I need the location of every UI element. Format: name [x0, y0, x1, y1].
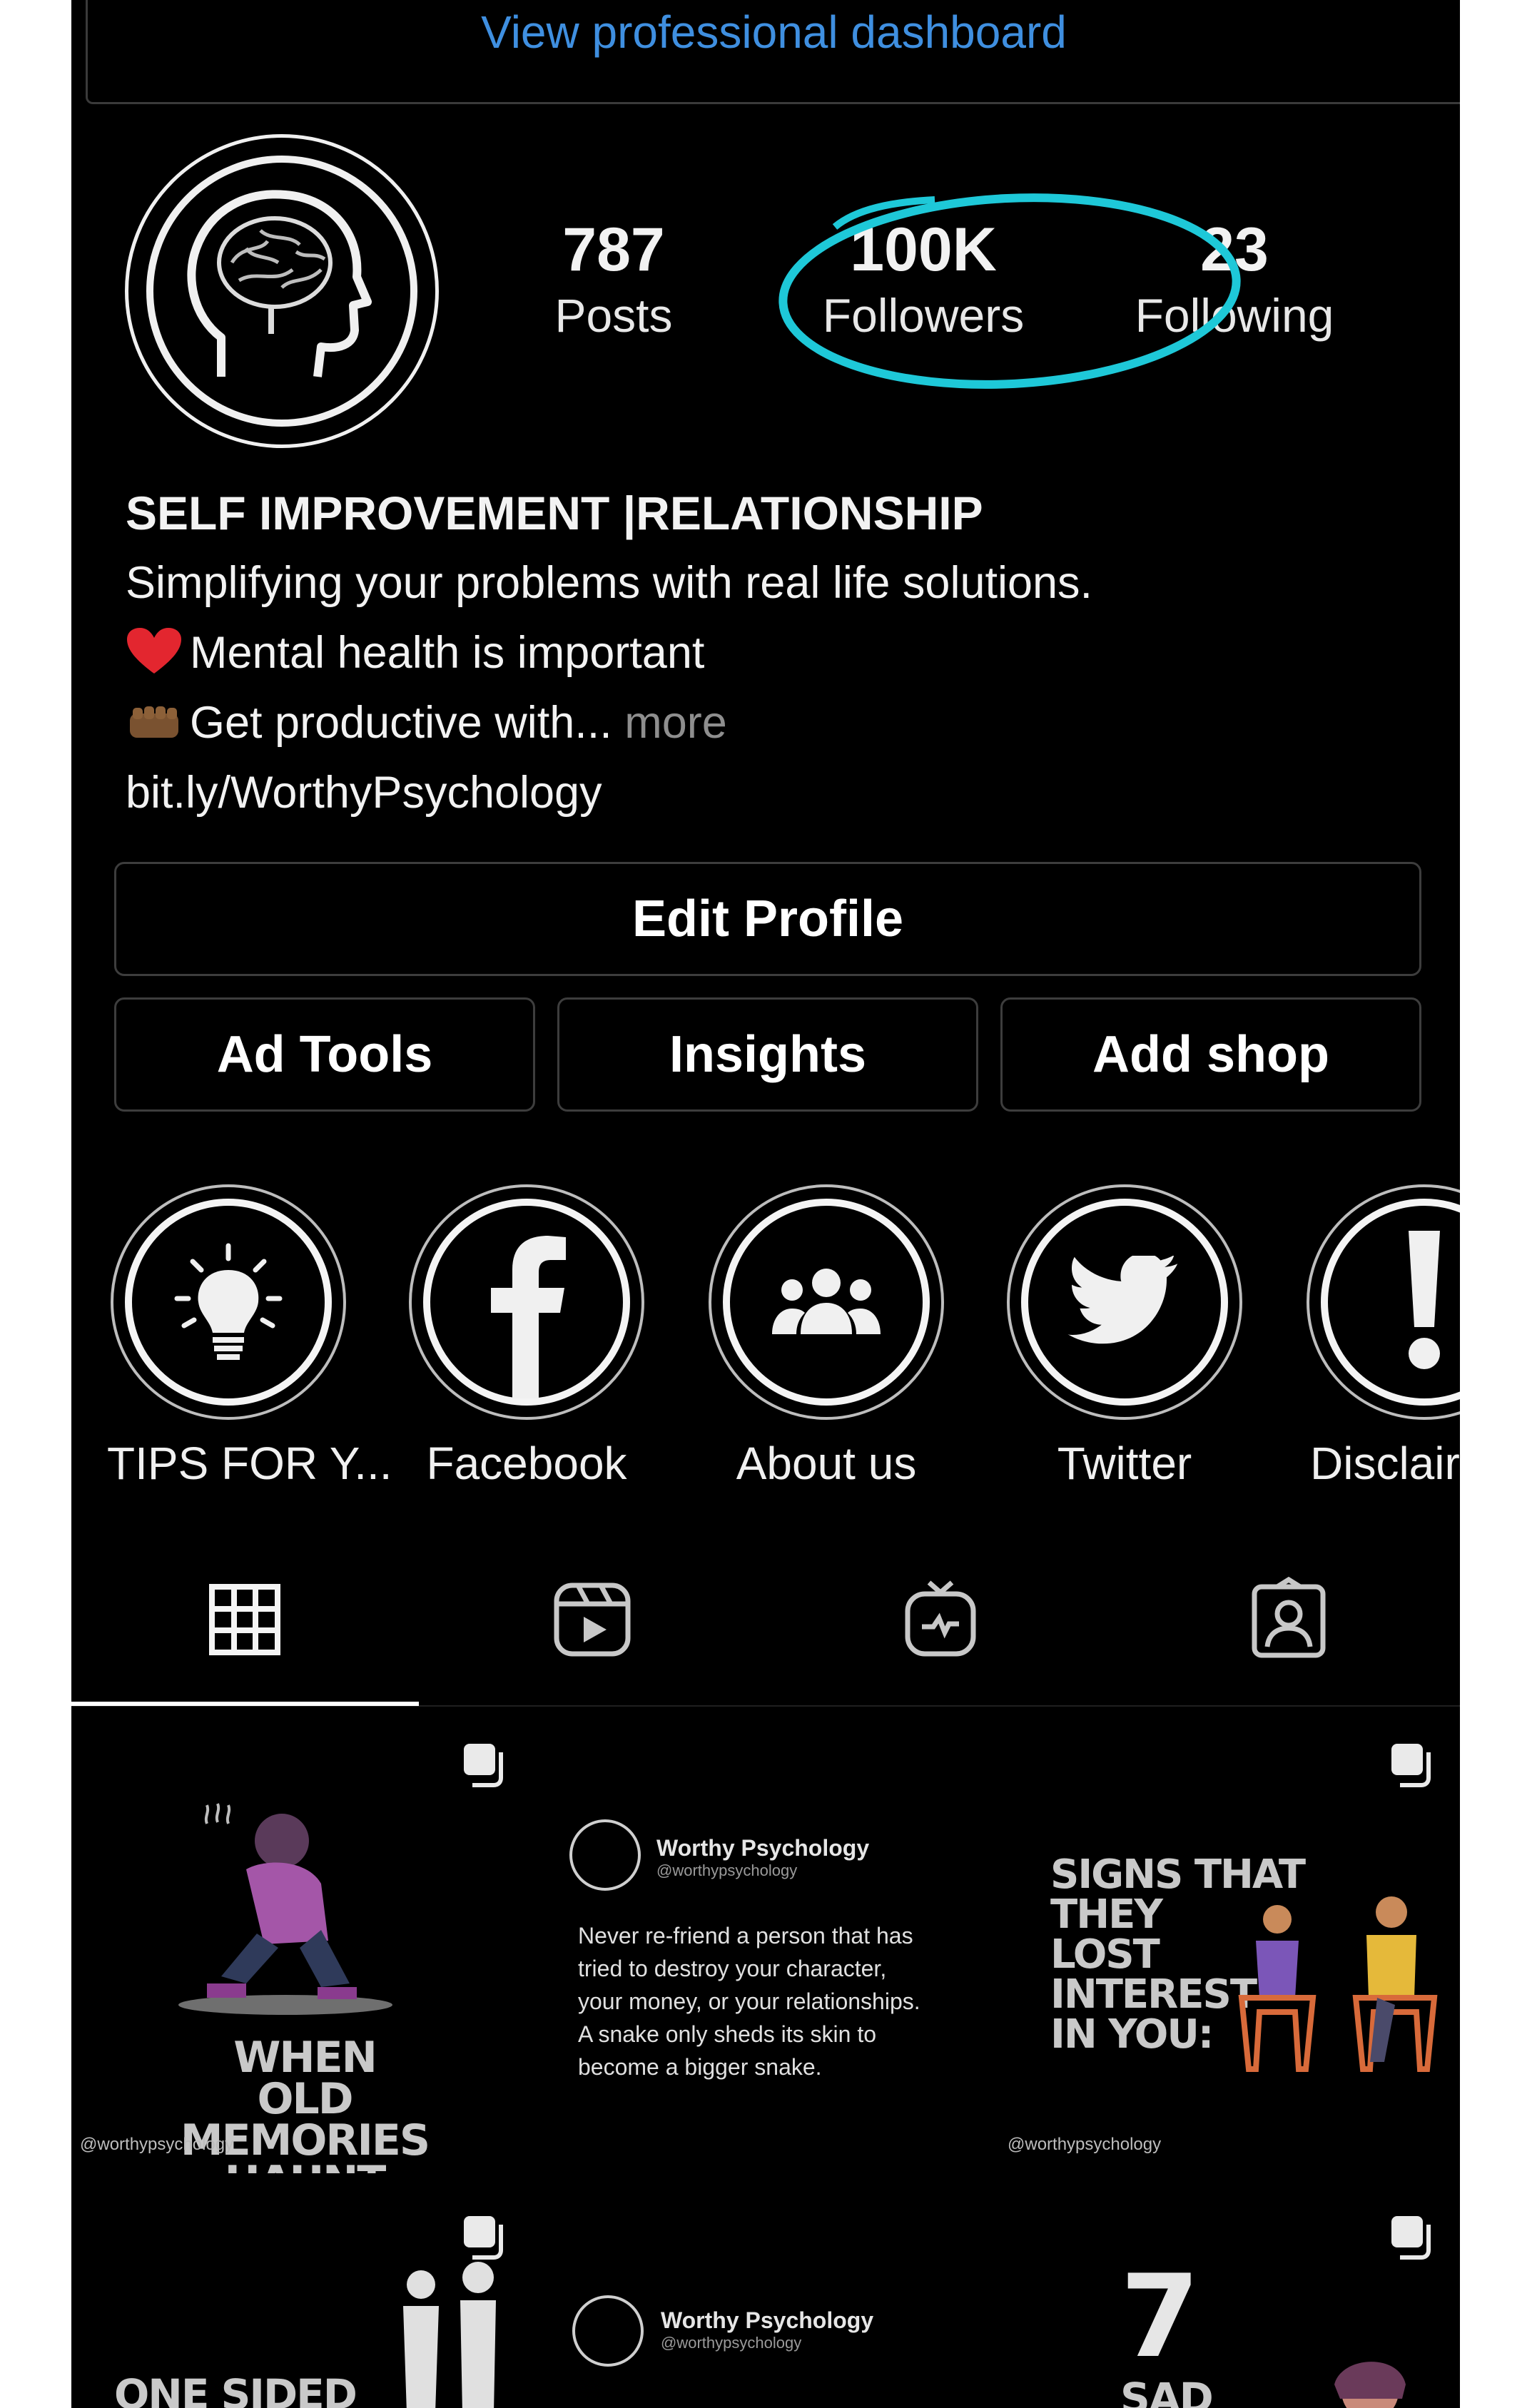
- bio-line-2-text: Mental health is important: [190, 628, 705, 678]
- post-tile[interactable]: 7 SAD: [999, 2178, 1460, 2408]
- view-professional-dashboard-link[interactable]: View professional dashboard: [88, 0, 1460, 64]
- ad-tools-button[interactable]: Ad Tools: [114, 997, 535, 1112]
- brain-head-logo-icon: [572, 2295, 644, 2367]
- couple-silhouette-illustration: [403, 2262, 496, 2408]
- add-shop-button[interactable]: Add shop: [1000, 997, 1421, 1112]
- brain-head-logo-icon: [569, 1819, 641, 1891]
- highlight-label: TIPS FOR Y...: [107, 1438, 392, 1489]
- highlight-label: Twitter: [1057, 1438, 1192, 1489]
- bio-line-3: Get productive with... more: [126, 688, 1410, 758]
- exclamation-icon: [1409, 1231, 1440, 1369]
- post-tile[interactable]: SIGNS THAT THEY LOST INTEREST IN YOU: @w…: [999, 1712, 1460, 2173]
- highlight-about-us[interactable]: About us: [705, 1184, 948, 1490]
- post-handle: @worthypsychology: [1008, 2135, 1162, 2154]
- highlight-label: Facebook: [426, 1438, 627, 1489]
- highlight-label: About us: [736, 1438, 917, 1489]
- twitter-icon: [1067, 1256, 1178, 1344]
- edit-profile-button[interactable]: Edit Profile: [114, 862, 1421, 976]
- carousel-icon: [1391, 2216, 1431, 2260]
- brain-head-logo-icon: [146, 156, 417, 427]
- lightbulb-icon: [174, 1243, 283, 1360]
- highlight-circle-annotation: [778, 193, 1241, 389]
- post-tile[interactable]: WHEN OLD MEMORIES HAUNT YOU... @worthyps…: [71, 1712, 532, 2173]
- sad-person-illustration: [1334, 2362, 1406, 2408]
- post-tile[interactable]: ONE SIDED: [71, 2178, 532, 2408]
- highlight-twitter[interactable]: Twitter: [1003, 1184, 1246, 1490]
- post-author: Worthy Psychology @worthypsychology: [656, 1835, 870, 1879]
- posts-count: 787: [562, 215, 665, 284]
- profile-screen: View professional dashboard 787 Posts 10…: [71, 0, 1460, 2408]
- dashboard-bar: View professional dashboard: [86, 0, 1460, 104]
- post-handle: @worthypsychology: [80, 2135, 234, 2154]
- highlight-label: Disclair: [1310, 1438, 1460, 1489]
- bio-line-3-text: Get productive with...: [190, 698, 612, 748]
- posts-label: Posts: [554, 289, 673, 342]
- post-tile[interactable]: Worthy Psychology @worthypsychology: [535, 2178, 996, 2408]
- profile-category: SELF IMPROVEMENT |RELATIONSHIP: [126, 487, 983, 539]
- carousel-icon: [1391, 1744, 1431, 1787]
- post-title: ONE SIDED: [114, 2370, 357, 2408]
- igtv-icon[interactable]: [898, 1577, 983, 1662]
- post-title: SAD: [1120, 2374, 1214, 2408]
- sad-person-illustration: [178, 1803, 392, 2015]
- insights-button[interactable]: Insights: [557, 997, 978, 1112]
- post-number: 7: [1120, 2250, 1199, 2383]
- bio-link[interactable]: bit.ly/WorthyPsychology: [126, 758, 1410, 828]
- highlight-facebook[interactable]: Facebook: [405, 1184, 648, 1490]
- highlight-disclaimer[interactable]: Disclair: [1303, 1184, 1460, 1490]
- carousel-icon: [464, 1744, 503, 1787]
- more-link[interactable]: more: [624, 698, 727, 748]
- heart-icon: [127, 628, 181, 674]
- avatar[interactable]: [125, 134, 439, 448]
- stat-posts[interactable]: 787 Posts: [499, 214, 728, 345]
- tagged-icon[interactable]: [1246, 1577, 1331, 1662]
- group-icon: [772, 1269, 881, 1334]
- couple-illustration: [1238, 1896, 1438, 2072]
- bio-line-1: Simplifying your problems with real life…: [126, 558, 1093, 608]
- reels-icon[interactable]: [549, 1577, 635, 1662]
- grid-icon[interactable]: [202, 1577, 288, 1662]
- post-tile[interactable]: Worthy Psychology @worthypsychology Neve…: [535, 1712, 996, 2173]
- highlight-tips[interactable]: TIPS FOR Y...: [107, 1184, 392, 1490]
- fist-icon: [130, 706, 178, 738]
- post-quote: Never re-friend a person that has tried …: [578, 1923, 920, 2080]
- bio: SELF IMPROVEMENT |RELATIONSHIP Simplifyi…: [126, 478, 1410, 828]
- active-tab-indicator: [71, 1702, 419, 1706]
- bio-line-2: Mental health is important: [126, 618, 1410, 688]
- post-author: Worthy Psychology @worthypsychology: [661, 2307, 874, 2352]
- facebook-icon: [491, 1236, 566, 1398]
